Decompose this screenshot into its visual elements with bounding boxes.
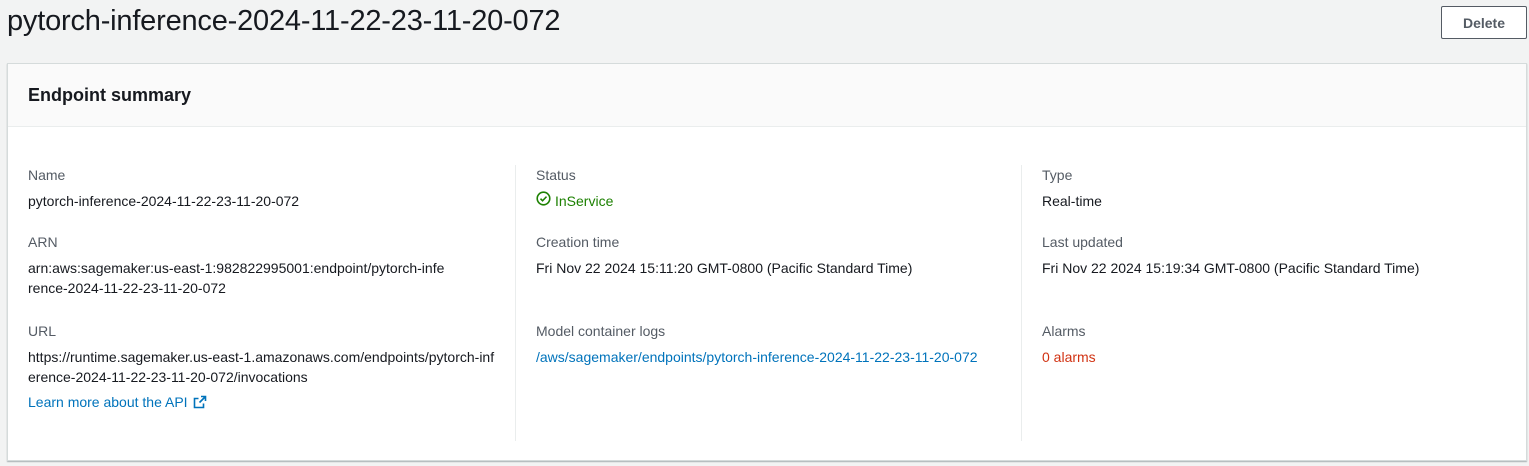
creation-time-field: Creation time Fri Nov 22 2024 15:11:20 G… bbox=[536, 232, 1021, 278]
summary-column-1: Name pytorch-inference-2024-11-22-23-11-… bbox=[28, 165, 514, 441]
creation-time-value: Fri Nov 22 2024 15:11:20 GMT-0800 (Pacif… bbox=[536, 260, 913, 276]
summary-column-3: Type Real-time Last updated Fri Nov 22 2… bbox=[1021, 165, 1507, 441]
name-field: Name pytorch-inference-2024-11-22-23-11-… bbox=[28, 165, 514, 211]
learn-more-api-link[interactable]: Learn more about the API bbox=[28, 392, 498, 414]
url-label: URL bbox=[28, 323, 57, 339]
learn-more-label: Learn more about the API bbox=[28, 394, 188, 410]
last-updated-field: Last updated Fri Nov 22 2024 15:19:34 GM… bbox=[1042, 232, 1507, 278]
alarms-link[interactable]: 0 alarms bbox=[1042, 347, 1507, 367]
type-label: Type bbox=[1042, 167, 1073, 183]
url-field: URL https://runtime.sagemaker.us-east-1.… bbox=[28, 321, 498, 414]
page-title: pytorch-inference-2024-11-22-23-11-20-07… bbox=[7, 5, 561, 37]
name-label: Name bbox=[28, 167, 66, 183]
type-value: Real-time bbox=[1042, 193, 1102, 209]
name-value: pytorch-inference-2024-11-22-23-11-20-07… bbox=[28, 193, 300, 209]
summary-grid: Name pytorch-inference-2024-11-22-23-11-… bbox=[8, 127, 1526, 461]
endpoint-summary-panel: Endpoint summary Name pytorch-inference-… bbox=[7, 63, 1527, 461]
type-field: Type Real-time bbox=[1042, 165, 1507, 211]
last-updated-value: Fri Nov 22 2024 15:19:34 GMT-0800 (Pacif… bbox=[1042, 260, 1420, 276]
check-circle-icon bbox=[536, 191, 555, 211]
logs-field: Model container logs /aws/sagemaker/endp… bbox=[536, 321, 992, 367]
arn-field: ARN arn:aws:sagemaker:us-east-1:98282299… bbox=[28, 232, 448, 298]
status-text: InService bbox=[555, 193, 614, 209]
alarms-label: Alarms bbox=[1042, 323, 1086, 339]
external-link-icon bbox=[193, 394, 207, 414]
logs-link[interactable]: /aws/sagemaker/endpoints/pytorch-inferen… bbox=[536, 347, 992, 367]
summary-column-2: Status InService Creation time Fri Nov 2… bbox=[515, 165, 1021, 441]
last-updated-label: Last updated bbox=[1042, 234, 1123, 250]
logs-label: Model container logs bbox=[536, 323, 666, 339]
arn-label: ARN bbox=[28, 234, 58, 250]
delete-button[interactable]: Delete bbox=[1441, 6, 1527, 39]
page-header: pytorch-inference-2024-11-22-23-11-20-07… bbox=[0, 0, 1529, 60]
alarms-field: Alarms 0 alarms bbox=[1042, 321, 1507, 367]
status-field: Status InService bbox=[536, 165, 1021, 211]
status-value: InService bbox=[536, 191, 613, 211]
creation-time-label: Creation time bbox=[536, 234, 620, 250]
panel-title: Endpoint summary bbox=[28, 85, 192, 105]
panel-header: Endpoint summary bbox=[8, 64, 1526, 127]
url-value: https://runtime.sagemaker.us-east-1.amaz… bbox=[28, 349, 495, 385]
status-label: Status bbox=[536, 167, 576, 183]
arn-value: arn:aws:sagemaker:us-east-1:982822995001… bbox=[28, 260, 445, 296]
